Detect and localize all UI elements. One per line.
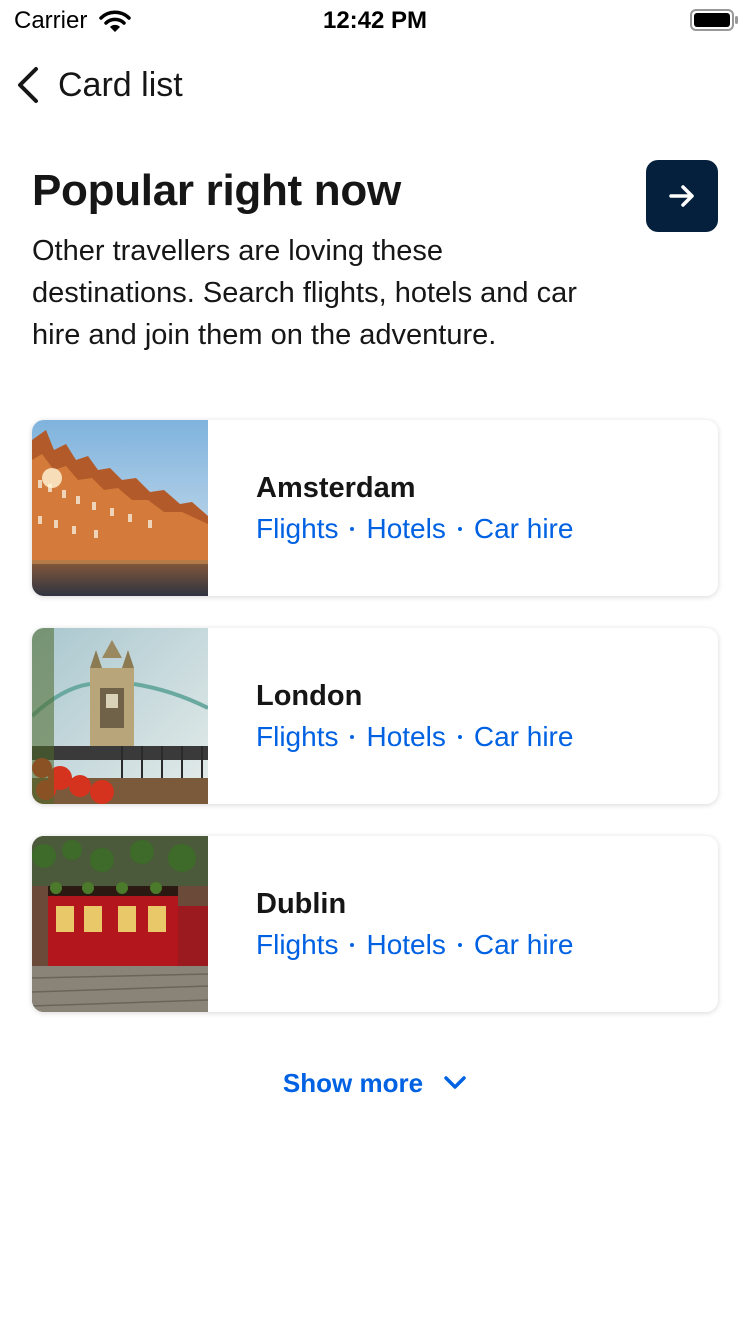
chevron-left-icon (18, 67, 38, 103)
flights-link[interactable]: Flights (256, 513, 338, 545)
page-title: Popular right now (32, 166, 401, 215)
dublin-image (32, 836, 208, 1012)
section-header: Popular right now Other travellers are l… (32, 166, 722, 356)
card-links: Flights Hotels Car hire (256, 929, 573, 961)
separator-dot (350, 943, 355, 947)
flights-link[interactable]: Flights (256, 721, 338, 753)
status-time: 12:42 PM (322, 7, 428, 34)
separator-dot (457, 735, 462, 739)
chevron-down-icon (444, 1076, 466, 1089)
battery-icon (690, 9, 738, 31)
hotels-link[interactable]: Hotels (366, 929, 445, 961)
car-hire-link[interactable]: Car hire (474, 721, 574, 753)
back-button[interactable]: Card list (14, 58, 183, 112)
card-body: Dublin Flights Hotels Car hire (256, 888, 573, 961)
card-body: London Flights Hotels Car hire (256, 680, 573, 753)
hotels-link[interactable]: Hotels (366, 721, 445, 753)
show-more-button[interactable]: Show more (0, 1060, 750, 1106)
london-image (32, 628, 208, 804)
destination-card-dublin[interactable]: Dublin Flights Hotels Car hire (32, 836, 718, 1012)
show-more-label: Show more (282, 1067, 424, 1098)
car-hire-link[interactable]: Car hire (474, 929, 574, 961)
separator-dot (350, 735, 355, 739)
card-links: Flights Hotels Car hire (256, 721, 573, 753)
car-hire-link[interactable]: Car hire (474, 513, 574, 545)
separator-dot (457, 943, 462, 947)
card-title: London (256, 680, 363, 712)
hotels-link[interactable]: Hotels (366, 513, 445, 545)
card-title: Dublin (256, 888, 347, 920)
destination-card-london[interactable]: London Flights Hotels Car hire (32, 628, 718, 804)
page-description: Other travellers are loving these destin… (32, 235, 577, 351)
separator-dot (350, 527, 355, 531)
see-all-button[interactable] (646, 160, 718, 232)
separator-dot (457, 527, 462, 531)
flights-link[interactable]: Flights (256, 929, 338, 961)
card-body: Amsterdam Flights Hotels Car hire (256, 472, 573, 545)
card-title: Amsterdam (256, 472, 416, 504)
status-bar: Carrier 12:42 PM (0, 0, 750, 40)
card-links: Flights Hotels Car hire (256, 513, 573, 545)
nav-title: Card list (58, 65, 183, 104)
destination-card-amsterdam[interactable]: Amsterdam Flights Hotels Car hire (32, 420, 718, 596)
arrow-right-icon (669, 185, 694, 207)
navigation-bar: Card list (0, 58, 750, 112)
amsterdam-image (32, 420, 208, 596)
